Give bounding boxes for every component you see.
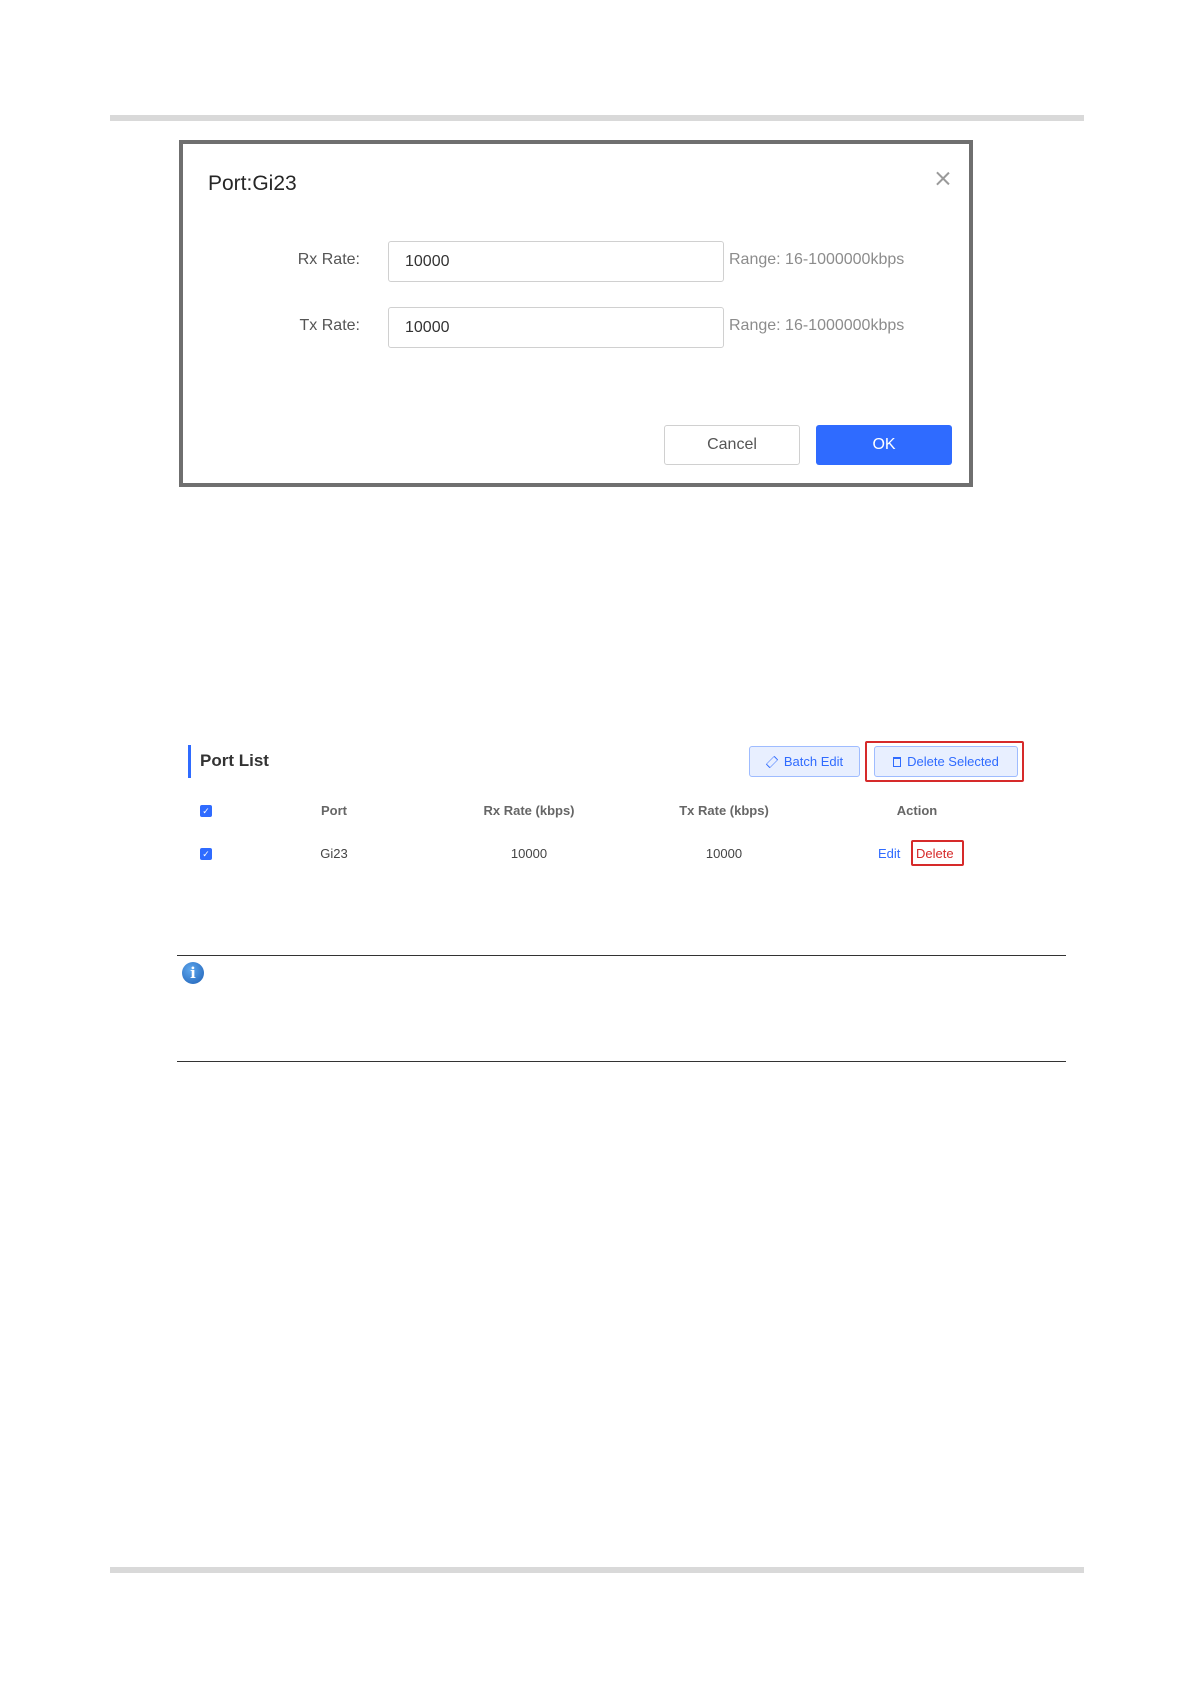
column-header-tx-rate: Tx Rate (kbps): [679, 803, 769, 818]
info-icon: i: [182, 962, 204, 984]
tx-rate-range-hint: Range: 16-1000000kbps: [729, 317, 905, 334]
port-list-title: Port List: [200, 751, 269, 770]
select-all-checkbox[interactable]: ✓: [200, 805, 212, 817]
delete-selected-button[interactable]: Delete Selected: [874, 746, 1018, 777]
tx-rate-row: Tx Rate: Range: 16-1000000kbps: [183, 307, 969, 348]
row-checkbox[interactable]: ✓: [200, 848, 212, 860]
rx-rate-range-hint: Range: 16-1000000kbps: [729, 251, 905, 268]
column-header-port: Port: [321, 803, 347, 818]
background-edge-mark: [970, 249, 973, 259]
dialog-title: Port:Gi23: [208, 172, 297, 195]
cell-tx-rate: 10000: [705, 846, 743, 861]
rx-rate-input[interactable]: [388, 241, 724, 282]
tx-rate-input[interactable]: [388, 307, 724, 348]
cell-port: Gi23: [320, 846, 348, 861]
column-header-rx-rate: Rx Rate (kbps): [483, 803, 575, 818]
note-top-rule: [177, 955, 1066, 956]
row-delete-link[interactable]: Delete: [916, 846, 954, 861]
edit-port-dialog-screenshot: Port:Gi23 Rx Rate: Range: 16-1000000kbps…: [179, 140, 973, 487]
cancel-button[interactable]: Cancel: [664, 425, 800, 465]
tx-rate-label: Tx Rate:: [299, 317, 360, 334]
trash-icon: [893, 756, 902, 767]
batch-edit-label: Batch Edit: [783, 754, 844, 769]
rx-rate-label: Rx Rate:: [297, 251, 360, 268]
ok-button[interactable]: OK: [816, 425, 952, 465]
rx-rate-row: Rx Rate: Range: 16-1000000kbps: [183, 241, 969, 282]
background-edge-mark: [970, 174, 973, 184]
row-edit-link[interactable]: Edit: [878, 846, 900, 861]
batch-edit-button[interactable]: Batch Edit: [749, 746, 860, 777]
background-edge-mark: [970, 312, 973, 322]
edit-port-dialog: Port:Gi23 Rx Rate: Range: 16-1000000kbps…: [183, 144, 969, 483]
section-accent-bar: [188, 745, 191, 778]
page-footer-rule: [110, 1567, 1084, 1573]
column-header-action: Action: [896, 803, 938, 818]
cell-rx-rate: 10000: [510, 846, 548, 861]
note-bottom-rule: [177, 1061, 1066, 1062]
close-icon[interactable]: [932, 168, 954, 190]
port-list-panel: Port List Batch Edit Delete Selected ✓ P…: [188, 740, 1028, 880]
edit-icon: [765, 755, 779, 768]
delete-selected-label: Delete Selected: [907, 754, 999, 769]
page-header-rule: [110, 115, 1084, 121]
